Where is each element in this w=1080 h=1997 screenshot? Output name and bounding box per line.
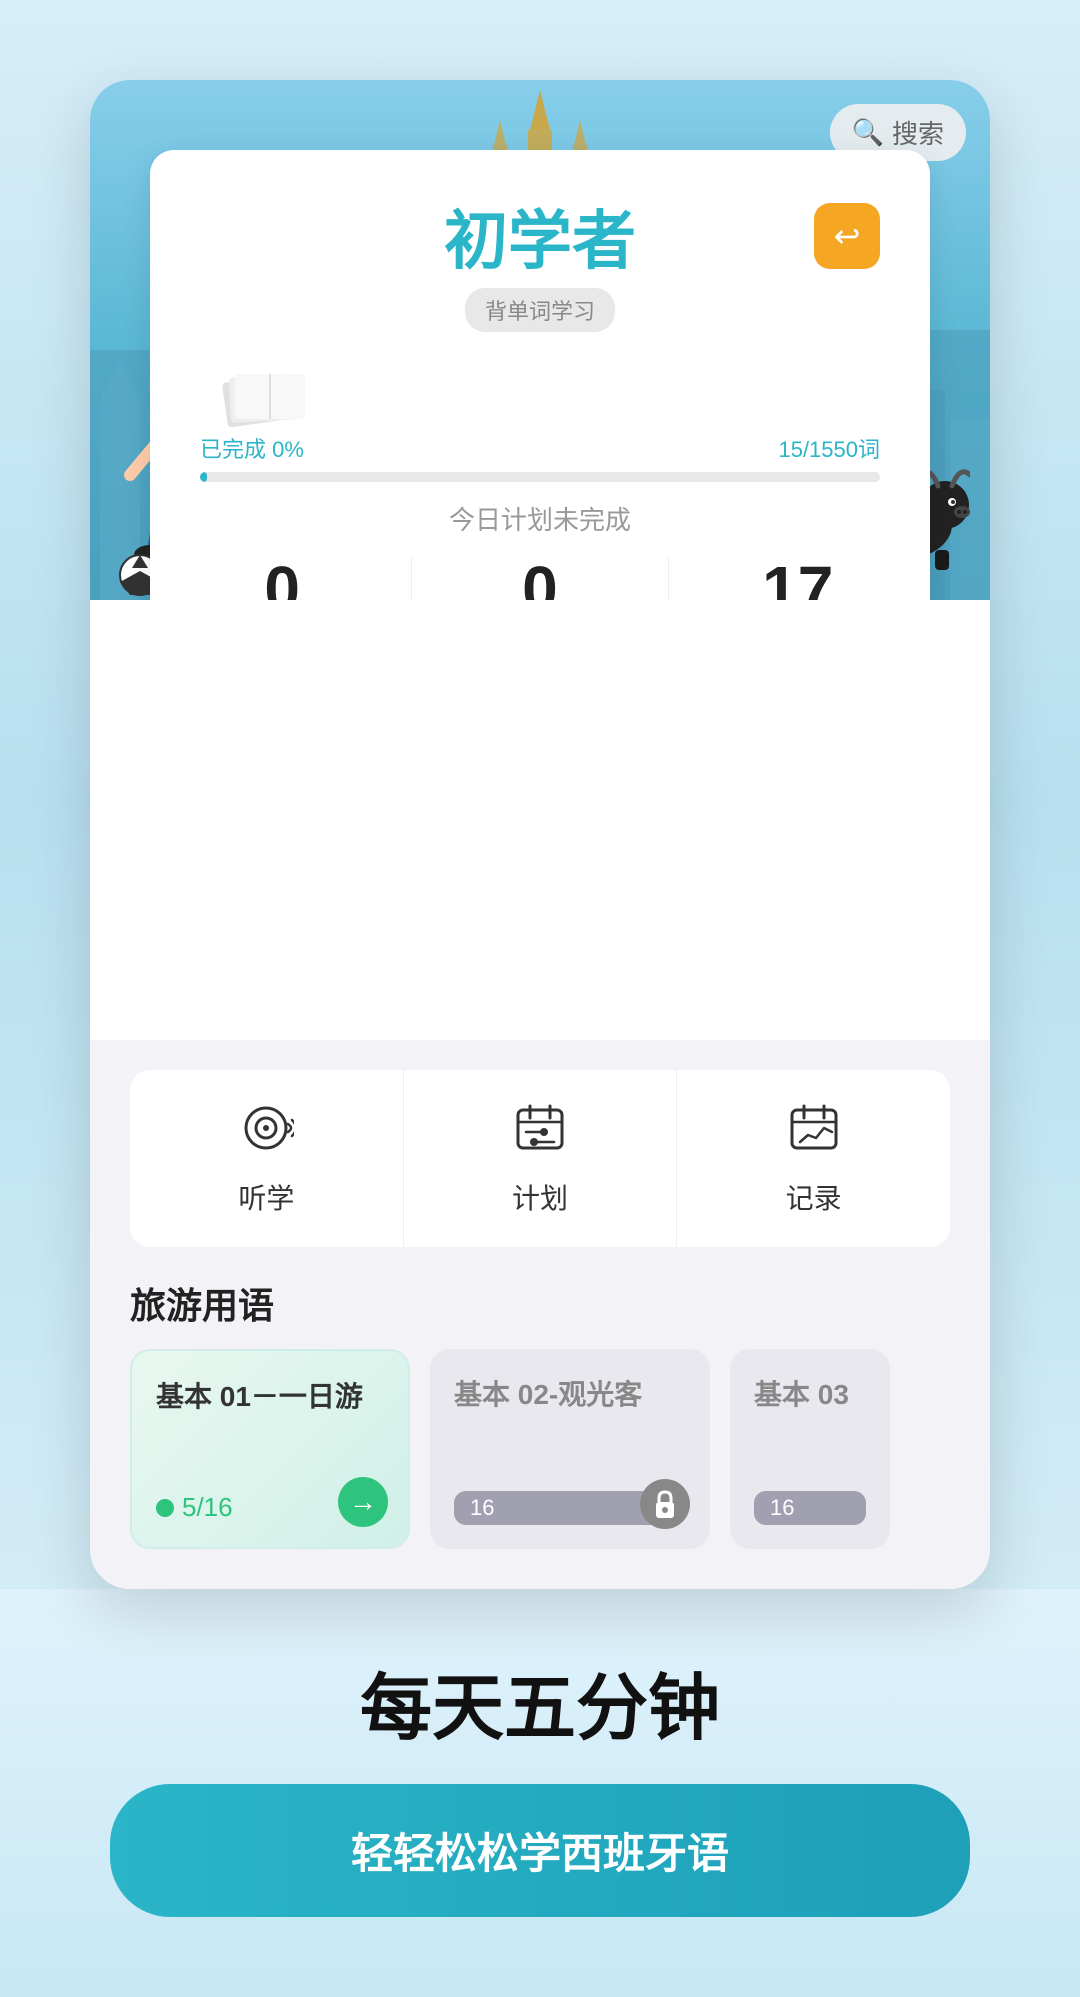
plan-icon xyxy=(512,1100,568,1165)
card-header: 初学者 ↩ xyxy=(200,190,880,282)
search-label: 搜索 xyxy=(892,114,944,151)
tool-listen[interactable]: 听学 xyxy=(130,1070,404,1247)
stat-review-num: 0 xyxy=(522,557,558,600)
stat-divider-2 xyxy=(668,557,669,600)
main-learning-card: 初学者 ↩ 背单词学习 已完成 0% xyxy=(150,150,930,600)
tool-plan[interactable]: 计划 xyxy=(404,1070,678,1247)
progress-dot xyxy=(156,1499,174,1517)
word-card-1-title: 基本 02-观光客 xyxy=(454,1373,686,1413)
promo-button[interactable]: 轻轻松松学西班牙语 xyxy=(110,1784,970,1917)
total-words-label: 15/1550词 xyxy=(778,432,880,464)
progress-labels: 已完成 0% 15/1550词 xyxy=(200,432,880,464)
stat-review: 0 待复习 xyxy=(504,557,576,600)
promo-title: 每天五分钟 xyxy=(360,1649,720,1754)
tool-listen-label: 听学 xyxy=(238,1177,294,1217)
back-button[interactable]: ↩ xyxy=(814,203,880,269)
stat-learned: 0 已学习 xyxy=(246,557,318,600)
word-card-0-title: 基本 01－一日游 xyxy=(156,1375,384,1415)
phone-frame: 10 xyxy=(90,80,990,1589)
word-cards-row: 基本 01－一日游 5/16 → 基本 02-观光客 16 xyxy=(130,1349,950,1549)
record-icon xyxy=(786,1100,842,1165)
word-card-2-badge: 16 xyxy=(754,1491,866,1525)
hero-background: 10 xyxy=(90,80,990,600)
stat-pending-num: 17 xyxy=(762,557,833,600)
word-card-2-title: 基本 03 xyxy=(754,1373,866,1413)
word-card-2[interactable]: 基本 03 16 xyxy=(730,1349,890,1549)
word-card-0[interactable]: 基本 01－一日游 5/16 → xyxy=(130,1349,410,1549)
completed-pct-label: 已完成 0% xyxy=(200,432,304,464)
progress-section: 已完成 0% 15/1550词 xyxy=(200,432,880,482)
tool-plan-label: 计划 xyxy=(512,1177,568,1217)
vocab-tag: 背单词学习 xyxy=(465,288,615,332)
level-title: 初学者 xyxy=(444,190,636,282)
tool-record-label: 记录 xyxy=(786,1177,842,1217)
tool-record[interactable]: 记录 xyxy=(677,1070,950,1247)
tool-row: 听学 计划 xyxy=(130,1070,950,1247)
stat-divider-1 xyxy=(411,557,412,600)
book-decoration xyxy=(200,368,880,428)
stat-pending: 17 待学习 xyxy=(762,557,834,600)
search-icon: 🔍 xyxy=(852,117,884,148)
word-card-1-lock xyxy=(640,1479,690,1529)
stats-row: 0 已学习 0 待复习 17 待学习 xyxy=(200,557,880,600)
listen-icon xyxy=(238,1100,294,1165)
promo-area: 每天五分钟 轻轻松松学西班牙语 xyxy=(0,1589,1080,1997)
progress-bar xyxy=(200,472,880,482)
section-title: 旅游用语 xyxy=(130,1277,950,1329)
back-icon: ↩ xyxy=(834,217,861,255)
word-card-0-arrow[interactable]: → xyxy=(338,1477,388,1527)
stat-learned-num: 0 xyxy=(264,557,300,600)
vocab-tag-row: 背单词学习 xyxy=(200,288,880,352)
progress-fill xyxy=(200,472,207,482)
word-card-1[interactable]: 基本 02-观光客 16 xyxy=(430,1349,710,1549)
bottom-content: 听学 计划 xyxy=(90,1040,990,1589)
plan-status: 今日计划未完成 xyxy=(200,500,880,537)
